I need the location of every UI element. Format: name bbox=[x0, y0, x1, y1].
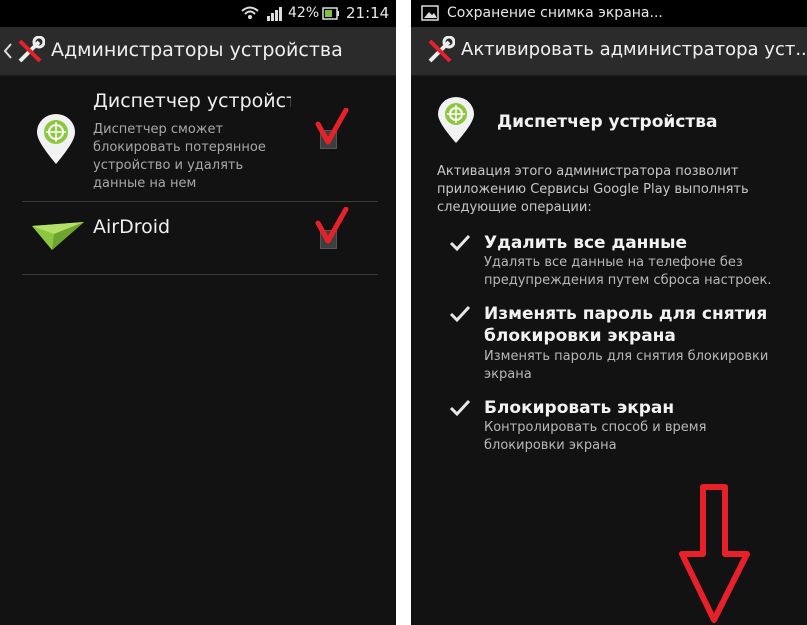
screen-device-admins: 42% 21:14 Администраторы устройства Дисп… bbox=[0, 0, 396, 625]
settings-tools-icon bbox=[428, 36, 455, 63]
device-manager-icon bbox=[37, 114, 75, 164]
divider bbox=[22, 274, 378, 275]
battery-icon bbox=[322, 7, 339, 20]
check-icon bbox=[449, 234, 471, 252]
page-title: Администраторы устройства bbox=[51, 39, 343, 61]
check-icon bbox=[449, 399, 471, 417]
status-bar: 42% 21:14 bbox=[0, 0, 396, 27]
permission-title: Блокировать экран bbox=[484, 398, 675, 418]
app-name: Диспетчер устройства bbox=[497, 112, 718, 132]
permission-description: Изменять пароль для снятия блокировки эк… bbox=[484, 349, 769, 382]
item-title: Диспетчер устройства bbox=[93, 90, 291, 112]
red-check-annotation-icon bbox=[315, 207, 349, 244]
battery-percent: 42% bbox=[288, 5, 320, 21]
list-item-device-manager[interactable]: Диспетчер устройства Диспетчер сможет бл… bbox=[0, 76, 396, 201]
back-chevron-icon[interactable] bbox=[3, 42, 13, 60]
settings-tools-icon bbox=[18, 36, 45, 63]
permission-title: Удалить все данные bbox=[484, 233, 688, 253]
permission-description: Контролировать способ и время блокировки… bbox=[484, 420, 707, 453]
wifi-icon bbox=[241, 6, 259, 19]
check-icon bbox=[449, 305, 471, 323]
page-title: Активировать администратора уст... bbox=[461, 39, 807, 60]
intro-text: Активация этого администратора позволит … bbox=[437, 164, 749, 215]
item-title: AirDroid bbox=[93, 216, 171, 238]
status-bar: Сохранение снимка экрана... bbox=[411, 0, 807, 27]
permission-title: Изменять пароль для снятия блокировки эк… bbox=[484, 304, 768, 346]
signal-icon bbox=[267, 7, 282, 21]
notification-text: Сохранение снимка экрана... bbox=[447, 5, 663, 21]
red-check-annotation-icon bbox=[315, 108, 349, 145]
clock: 21:14 bbox=[346, 4, 390, 22]
action-bar: Активировать администратора уст... bbox=[411, 27, 807, 76]
screen-activate-admin: Сохранение снимка экрана... Активировать… bbox=[411, 0, 807, 625]
device-manager-icon bbox=[438, 97, 474, 143]
item-description: Диспетчер сможет блокировать потерянное … bbox=[93, 122, 266, 191]
action-bar: Администраторы устройства bbox=[0, 27, 396, 76]
red-down-arrow-annotation-icon bbox=[679, 484, 750, 623]
list-item-airdroid[interactable]: AirDroid bbox=[0, 202, 396, 274]
screenshot-image-icon bbox=[421, 5, 439, 21]
permission-description: Удалять все данные на телефоне без преду… bbox=[484, 255, 772, 288]
airdroid-icon bbox=[32, 222, 84, 250]
